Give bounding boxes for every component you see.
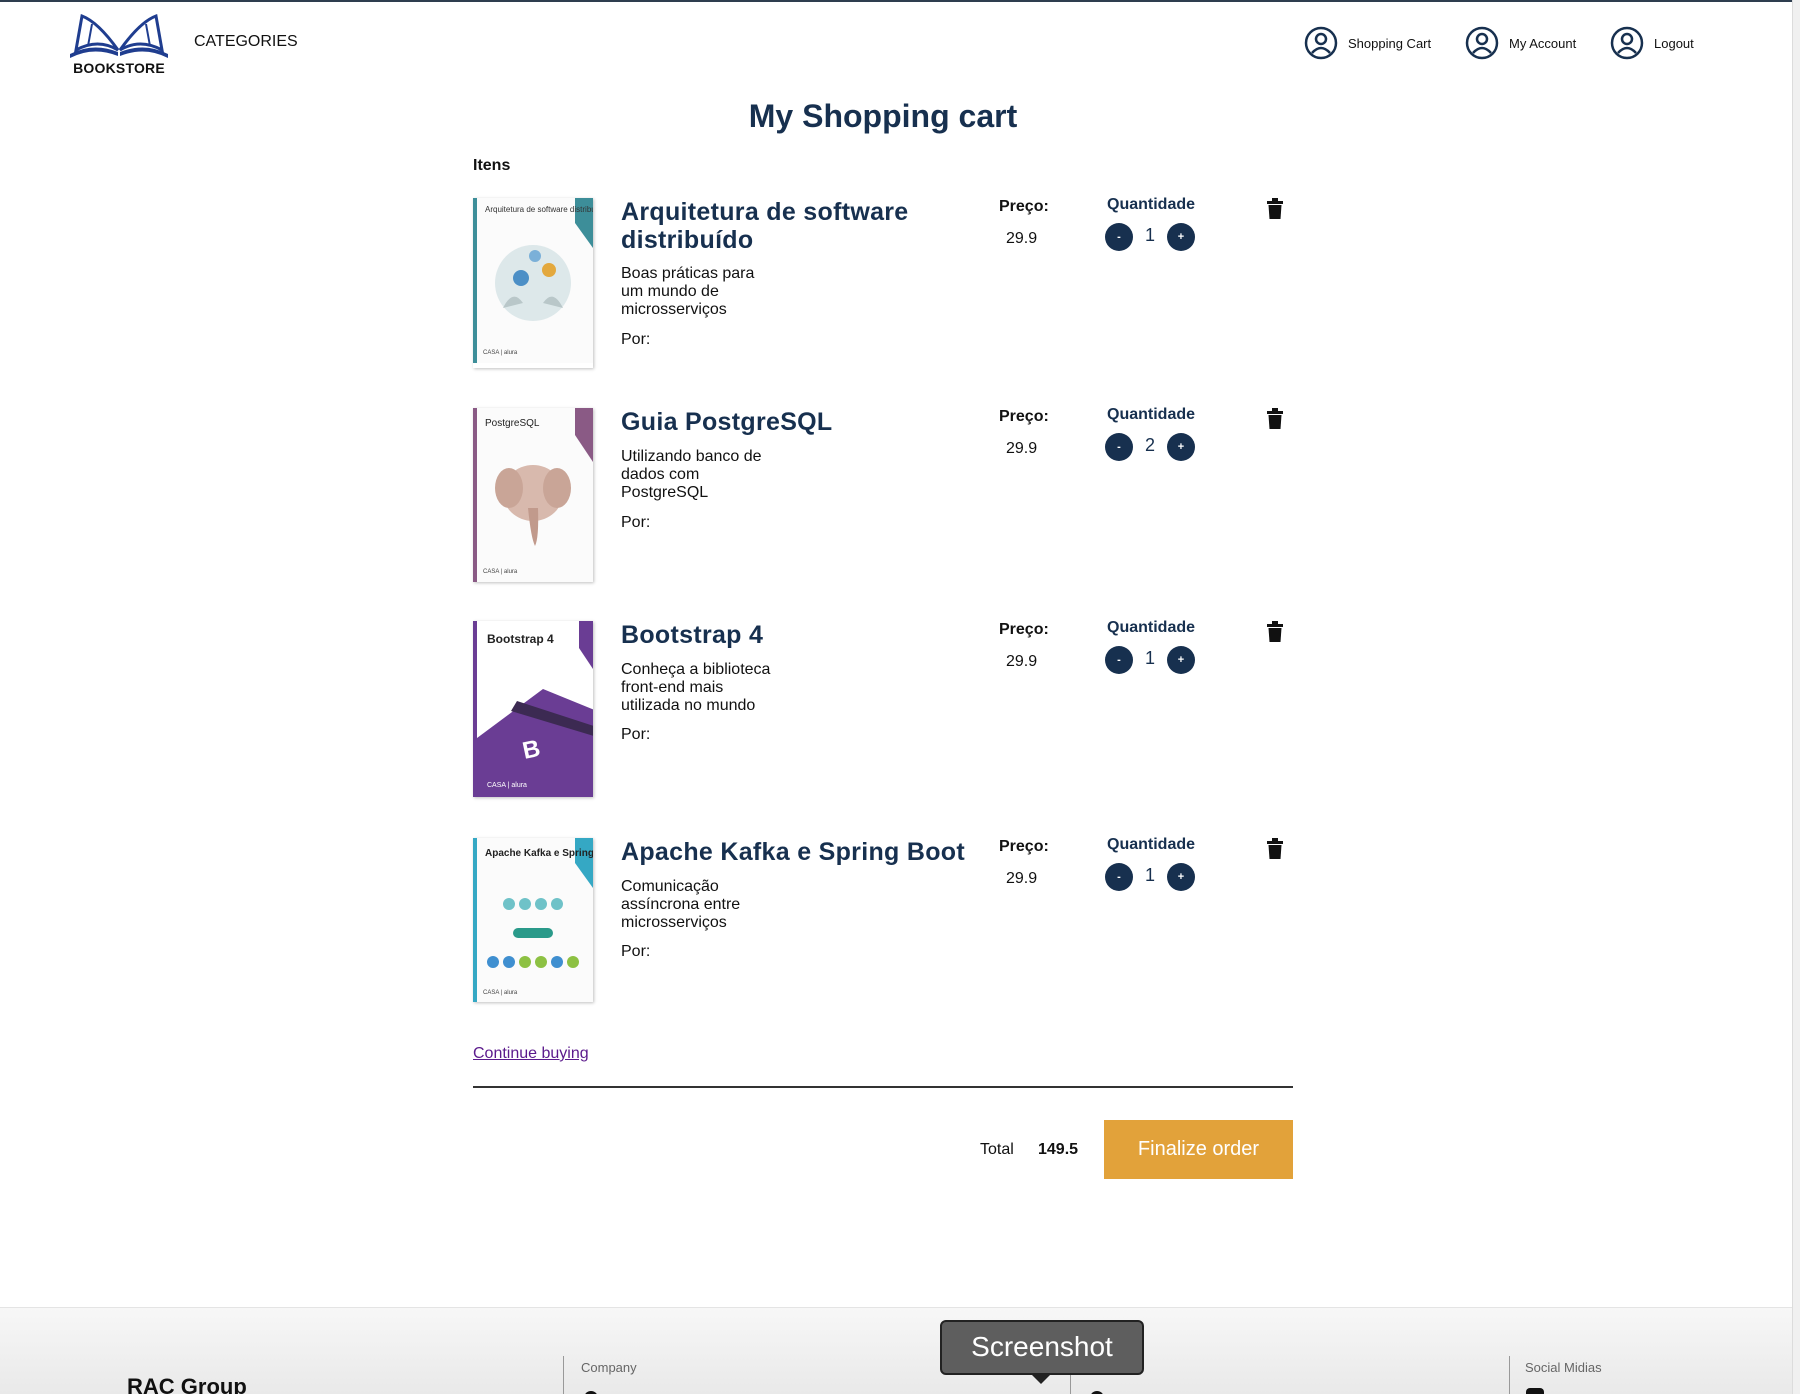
book-subtitle: Utilizando banco de dados com PostgreSQL: [621, 448, 762, 501]
nav-label: Logout: [1654, 35, 1694, 51]
svg-text:CASA | alura: CASA | alura: [487, 782, 527, 789]
price-value: 29.9: [1006, 870, 1038, 887]
user-circle-icon: [1465, 26, 1499, 60]
price-value: 29.9: [1006, 440, 1038, 457]
price-value: 29.9: [1006, 653, 1038, 670]
cover-title-text: Arquitetura de software distribuído: [485, 205, 593, 214]
instagram-icon[interactable]: [1526, 1388, 1544, 1394]
price-label: Preço:: [999, 621, 1049, 638]
open-book-icon: [70, 13, 168, 58]
continue-buying-link[interactable]: Continue buying: [473, 1045, 589, 1063]
book-title[interactable]: Guia PostgreSQL: [621, 408, 981, 436]
header: BOOKSTORE CATEGORIES Shopping Cart My Ac…: [0, 2, 1792, 82]
trash-icon[interactable]: [1266, 408, 1284, 430]
user-circle-icon: [1610, 26, 1644, 60]
book-cover[interactable]: PostgreSQL CASA | alura: [473, 408, 593, 582]
quantity-value: 2: [1144, 435, 1155, 455]
increase-button[interactable]: +: [1167, 863, 1195, 891]
decrease-button[interactable]: -: [1105, 646, 1133, 674]
nav-shopping-cart[interactable]: Shopping Cart: [1304, 26, 1431, 60]
book-subtitle: Comunicação assíncrona entre microsservi…: [621, 878, 741, 931]
price-label: Preço:: [999, 838, 1049, 855]
footer-company-title: Company: [581, 1360, 637, 1375]
tooltip-arrow: [1031, 1374, 1051, 1384]
total-label: Total: [980, 1141, 1014, 1158]
book-cover[interactable]: Bootstrap 4 B CASA | alura: [473, 621, 593, 797]
price-label: Preço:: [999, 408, 1049, 425]
trash-icon[interactable]: [1266, 621, 1284, 643]
nav-label: My Account: [1509, 35, 1577, 51]
divider: [473, 1086, 1293, 1088]
user-circle-icon: [1304, 26, 1338, 60]
quantity-label: Quantidade: [1107, 406, 1196, 423]
decrease-button[interactable]: -: [1105, 223, 1133, 251]
book-subtitle: Conheça a biblioteca front-end mais util…: [621, 661, 771, 714]
decrease-button[interactable]: -: [1105, 433, 1133, 461]
price-label: Preço:: [999, 198, 1049, 215]
increase-button[interactable]: +: [1167, 433, 1195, 461]
logo-text: BOOKSTORE: [73, 60, 165, 76]
cover-title-text: Bootstrap 4: [487, 632, 554, 646]
trash-icon[interactable]: [1266, 838, 1284, 860]
book-cover[interactable]: Arquitetura de software distribuído CASA…: [473, 198, 593, 368]
book-title[interactable]: Arquitetura de software distribuído: [621, 198, 981, 254]
book-author-label: Por:: [621, 943, 651, 960]
quantity-stepper: - 1 +: [1105, 863, 1199, 891]
quantity-stepper: - 1 +: [1105, 646, 1199, 674]
svg-text:CASA | alura: CASA | alura: [483, 569, 518, 575]
increase-button[interactable]: +: [1167, 646, 1195, 674]
categories-menu[interactable]: CATEGORIES: [194, 33, 298, 51]
quantity-value: 1: [1144, 865, 1155, 885]
svg-text:CASA | alura: CASA | alura: [483, 990, 518, 996]
book-title[interactable]: Apache Kafka e Spring Boot: [621, 838, 1001, 866]
decrease-button[interactable]: -: [1105, 863, 1133, 891]
increase-button[interactable]: +: [1167, 223, 1195, 251]
page-title: My Shopping cart: [748, 98, 1018, 134]
footer: RAC Group Company Social Midias: [0, 1307, 1792, 1394]
book-author-label: Por:: [621, 331, 651, 348]
screenshot-tooltip: Screenshot: [940, 1320, 1144, 1375]
quantity-label: Quantidade: [1107, 619, 1196, 636]
svg-text:CASA | alura: CASA | alura: [483, 350, 518, 356]
quantity-value: 1: [1144, 225, 1155, 245]
quantity-label: Quantidade: [1107, 836, 1196, 853]
book-author-label: Por:: [621, 514, 651, 531]
quantity-label: Quantidade: [1107, 196, 1196, 213]
footer-divider: [563, 1356, 564, 1394]
nav-my-account[interactable]: My Account: [1465, 26, 1576, 60]
cart-item: PostgreSQL CASA | alura Guia PostgreSQL …: [473, 406, 1293, 598]
quantity-stepper: - 2 +: [1105, 433, 1199, 461]
quantity-value: 1: [1144, 648, 1155, 668]
trash-icon[interactable]: [1266, 198, 1284, 220]
book-author-label: Por:: [621, 726, 651, 743]
book-cover[interactable]: Apache Kafka e Spring Boot CASA | alura: [473, 838, 593, 1002]
scrollbar[interactable]: [1792, 0, 1800, 1394]
cart-item: Bootstrap 4 B CASA | alura Bootstrap 4 C…: [473, 619, 1293, 811]
quantity-stepper: - 1 +: [1105, 223, 1199, 251]
footer-brand: RAC Group: [127, 1374, 247, 1394]
total-value: 149.5: [1038, 1141, 1079, 1158]
cart-item: Apache Kafka e Spring Boot CASA | alura …: [473, 836, 1293, 1028]
finalize-order-button[interactable]: Finalize order: [1104, 1120, 1293, 1179]
nav-label: Shopping Cart: [1348, 35, 1432, 51]
cover-title-text: Apache Kafka e Spring Boot: [485, 848, 593, 859]
cover-title-text: PostgreSQL: [485, 418, 540, 429]
price-value: 29.9: [1006, 230, 1038, 247]
cart-item: Arquitetura de software distribuído CASA…: [473, 196, 1293, 388]
footer-divider: [1509, 1356, 1510, 1394]
nav-logout[interactable]: Logout: [1610, 26, 1694, 60]
book-subtitle: Boas práticas para um mundo de microsser…: [621, 265, 755, 318]
items-label: Itens: [473, 157, 511, 174]
book-title[interactable]: Bootstrap 4: [621, 621, 981, 649]
footer-social-title: Social Midias: [1525, 1360, 1602, 1375]
logo[interactable]: BOOKSTORE: [68, 10, 170, 78]
